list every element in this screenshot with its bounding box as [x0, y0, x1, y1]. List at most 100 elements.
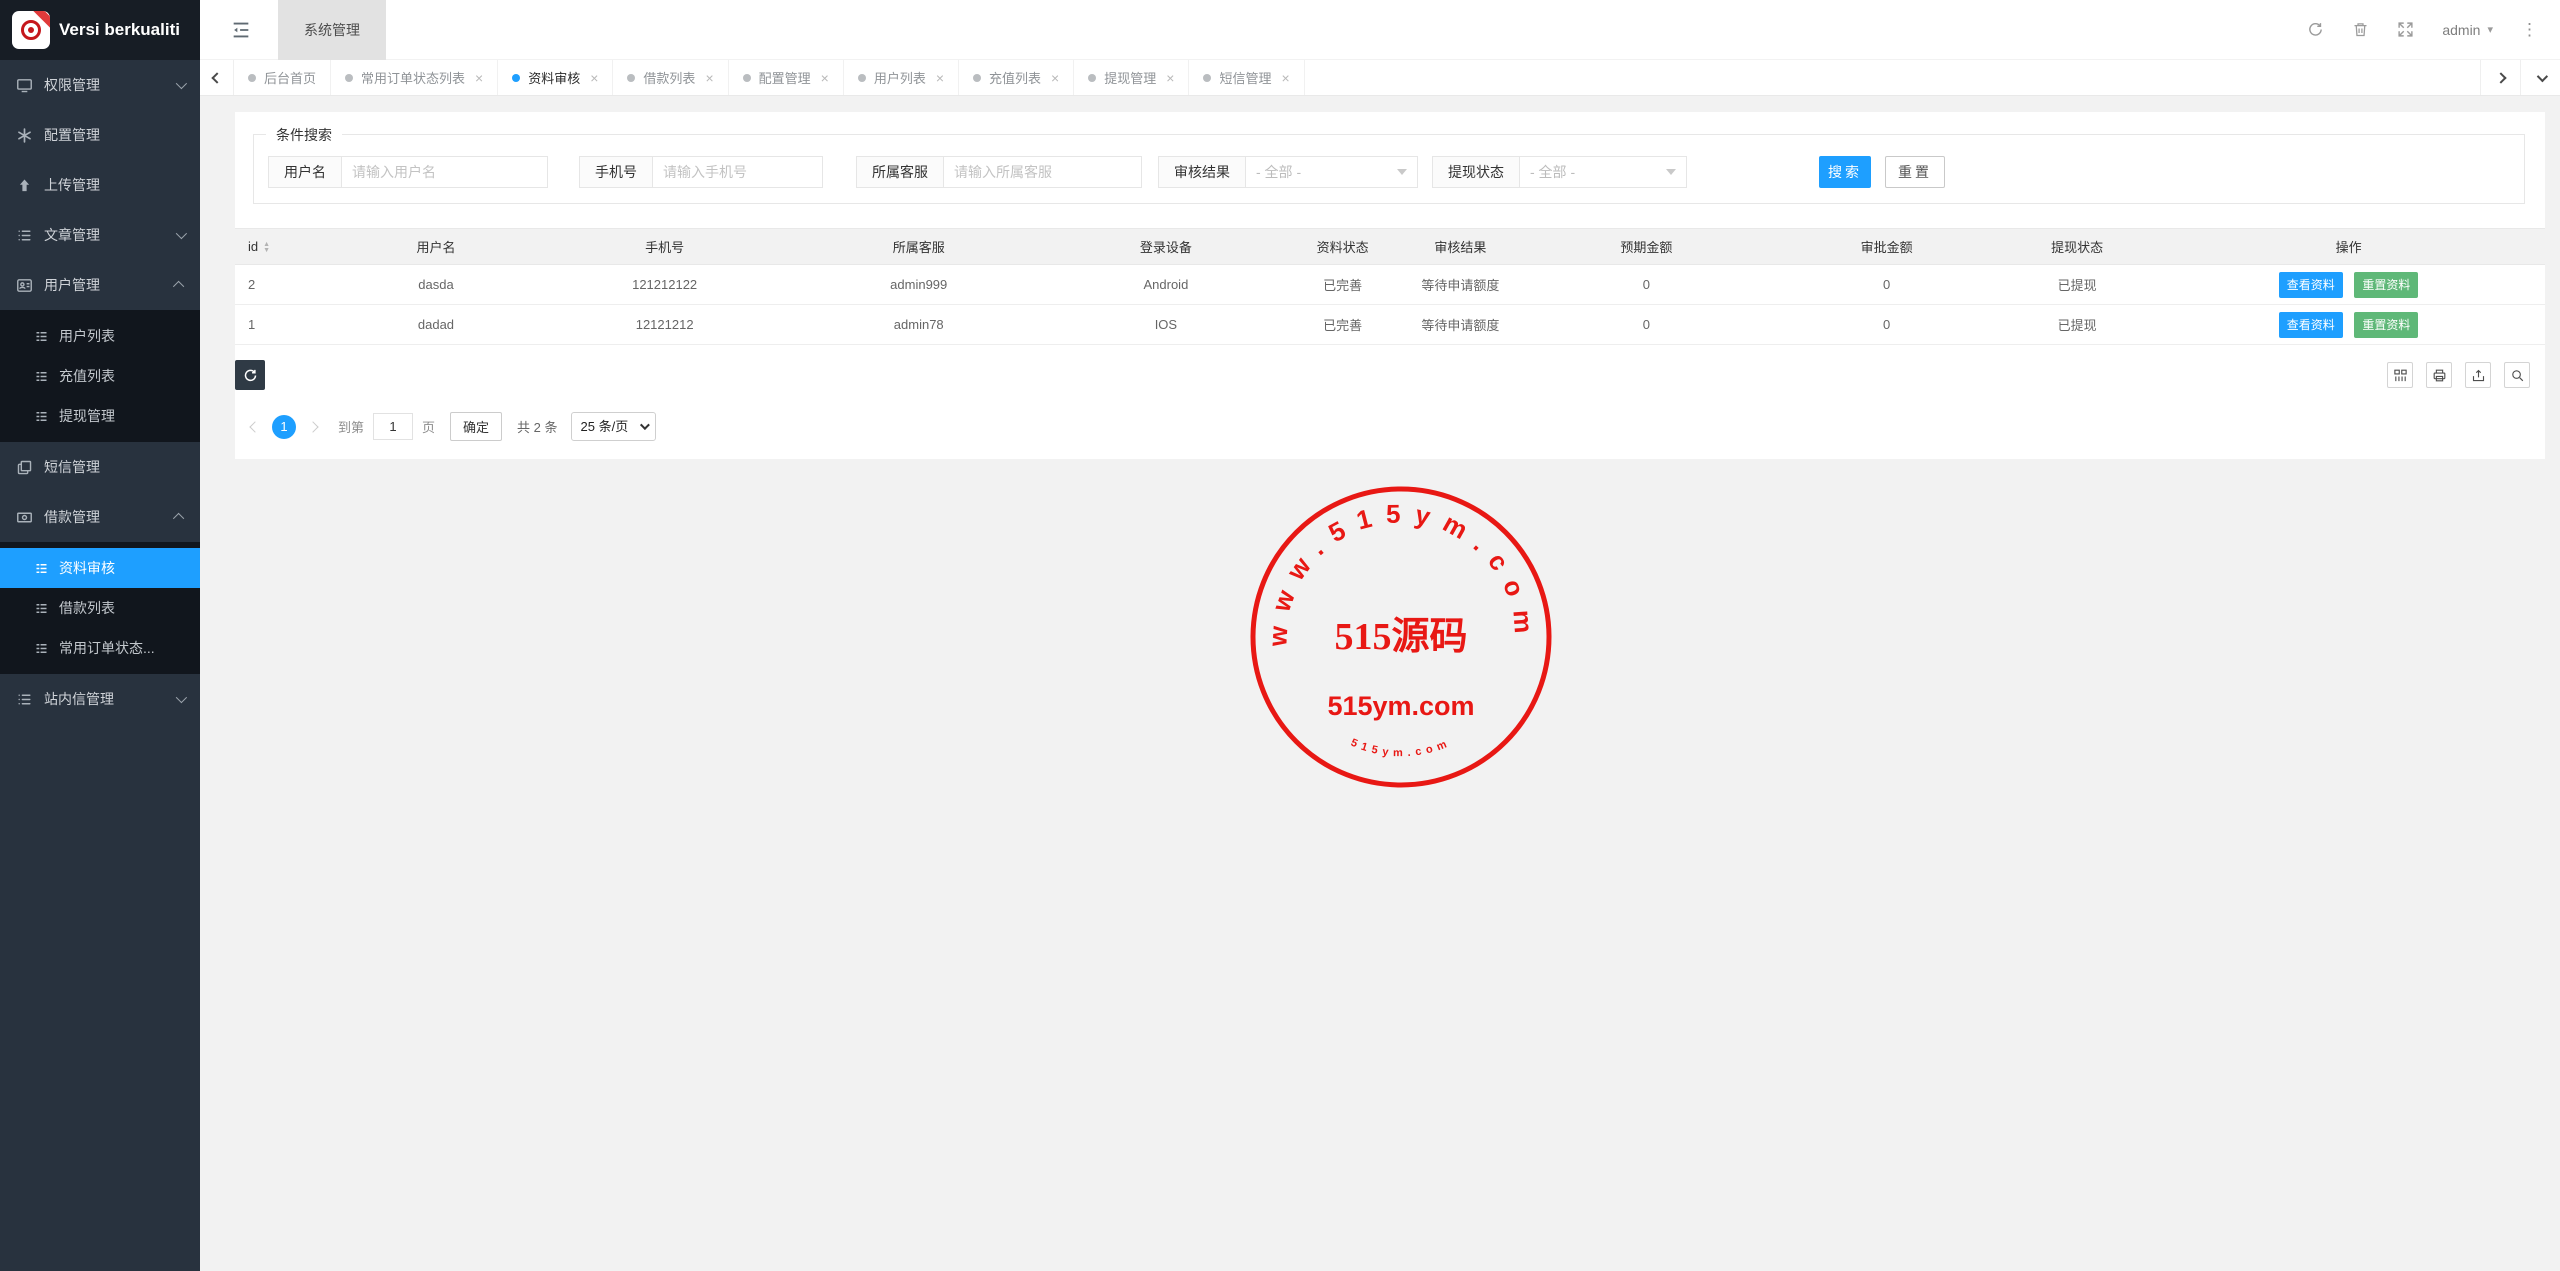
sort-icon[interactable]: ▲ ▼	[263, 241, 270, 254]
data-table: id ▲ ▼ 用户名 手机号 所属客服 登录设备 资料状态 审核结果 预期金额 审批…	[235, 228, 2545, 345]
pagination: 1 到第 页 确定 共 2 条 25 条/页	[247, 412, 2545, 441]
withdraw-status-select[interactable]: - 全部 -	[1520, 156, 1687, 188]
header-username: 用户名	[334, 228, 538, 265]
chevron-up-icon	[172, 512, 185, 525]
tab-recharge-list[interactable]: 充值列表 ×	[959, 60, 1075, 95]
next-page-button[interactable]	[305, 420, 321, 433]
list-bars-icon	[34, 369, 49, 384]
chevron-up-icon	[172, 280, 185, 293]
printer-icon	[2433, 369, 2445, 381]
tab-config[interactable]: 配置管理 ×	[729, 60, 844, 95]
sidebar-item-config[interactable]: 配置管理	[0, 110, 200, 160]
close-icon[interactable]: ×	[821, 70, 829, 86]
sidebar-item-label: 权限管理	[44, 77, 100, 93]
sidebar-item-sms[interactable]: 短信管理	[0, 442, 200, 492]
goto-page-input[interactable]	[373, 413, 414, 440]
cell-device: IOS	[1045, 304, 1287, 345]
goto-confirm-button[interactable]: 确定	[450, 412, 503, 441]
cell-service: admin78	[791, 304, 1046, 345]
tabs-menu-button[interactable]	[2520, 60, 2560, 95]
cell-phone: 121212122	[537, 264, 792, 305]
header-service: 所属客服	[791, 228, 1046, 265]
module-tab-system[interactable]: 系统管理	[278, 0, 386, 60]
columns-filter-button[interactable]	[2387, 362, 2413, 388]
audit-result-field-group: 审核结果 - 全部 -	[1158, 156, 1418, 188]
sidebar-item-site-mail[interactable]: 站内信管理	[0, 674, 200, 724]
table-refresh-button[interactable]	[235, 360, 265, 390]
sidebar-item-articles[interactable]: 文章管理	[0, 210, 200, 260]
tab-label: 后台首页	[264, 71, 317, 86]
sidebar-subitem-recharge-list[interactable]: 充值列表	[0, 356, 200, 396]
tabs-scroll-left-button[interactable]	[200, 60, 234, 95]
header-id[interactable]: id ▲ ▼	[235, 228, 335, 265]
sidebar-subitem-withdraw-mgmt[interactable]: 提现管理	[0, 396, 200, 436]
current-page-button[interactable]: 1	[272, 414, 296, 439]
reset-data-button[interactable]: 重置资料	[2354, 271, 2419, 298]
svg-text:515ym.com: 515ym.com	[1349, 737, 1453, 760]
sidebar-subitem-loan-list[interactable]: 借款列表	[0, 588, 200, 628]
cell-phone: 12121212	[537, 304, 792, 345]
total-count-label: 共 2 条	[517, 420, 558, 435]
upload-icon	[16, 177, 33, 194]
reset-button[interactable]: 重置	[1885, 156, 1945, 188]
sidebar-item-users[interactable]: 用户管理	[0, 260, 200, 310]
tab-label: 配置管理	[758, 71, 811, 86]
columns-icon	[2393, 369, 2407, 381]
close-icon[interactable]: ×	[1281, 70, 1289, 86]
page-size-select[interactable]: 25 条/页	[570, 412, 656, 441]
chevron-down-icon	[175, 227, 188, 240]
sidebar-subitem-user-list[interactable]: 用户列表	[0, 316, 200, 356]
tab-dot-icon	[512, 73, 521, 82]
sidebar-item-permissions[interactable]: 权限管理	[0, 60, 200, 110]
close-icon[interactable]: ×	[1051, 70, 1059, 86]
header-actions: 操作	[2152, 228, 2545, 265]
reset-data-button[interactable]: 重置资料	[2354, 311, 2419, 338]
tabs-scroll-right-button[interactable]	[2480, 60, 2520, 95]
close-icon[interactable]: ×	[705, 70, 713, 86]
export-button[interactable]	[2465, 362, 2491, 388]
banknote-icon	[16, 509, 33, 526]
search-button[interactable]: 搜索	[1819, 156, 1871, 188]
user-menu[interactable]: admin ▾	[2442, 22, 2493, 38]
prev-page-button[interactable]	[247, 420, 263, 433]
tab-sms-mgmt[interactable]: 短信管理 ×	[1189, 60, 1305, 95]
tab-home[interactable]: 后台首页	[234, 60, 332, 95]
list-icon	[16, 691, 33, 708]
tab-data-review[interactable]: 资料审核 ×	[498, 60, 614, 95]
collapse-sidebar-icon[interactable]	[230, 19, 252, 41]
view-data-button[interactable]: 查看资料	[2278, 271, 2343, 298]
print-button[interactable]	[2426, 362, 2452, 388]
cell-withdraw-status: 已提现	[2002, 264, 2153, 305]
app-logo	[12, 11, 50, 49]
fullscreen-icon[interactable]	[2397, 21, 2414, 38]
refresh-icon[interactable]	[2307, 21, 2324, 38]
close-icon[interactable]: ×	[936, 70, 944, 86]
tab-order-status-list[interactable]: 常用订单状态列表 ×	[331, 60, 499, 95]
cell-approved-amount: 0	[1771, 264, 2003, 305]
view-data-button[interactable]: 查看资料	[2278, 311, 2343, 338]
phone-input[interactable]	[653, 156, 823, 188]
audit-result-select[interactable]: - 全部 -	[1246, 156, 1418, 188]
sidebar-item-loans[interactable]: 借款管理	[0, 492, 200, 542]
tab-withdraw-mgmt[interactable]: 提现管理 ×	[1074, 60, 1190, 95]
table-search-button[interactable]	[2504, 362, 2530, 388]
cell-audit-result: 等待申请额度	[1399, 304, 1522, 345]
tab-user-list[interactable]: 用户列表 ×	[844, 60, 960, 95]
close-icon[interactable]: ×	[1166, 70, 1174, 86]
kebab-menu-icon[interactable]: ⋮	[2521, 20, 2538, 40]
service-input[interactable]	[944, 156, 1142, 188]
search-form: 条件搜索 用户名 手机号 所属客服	[253, 125, 2525, 204]
close-icon[interactable]: ×	[590, 70, 598, 86]
trash-icon[interactable]	[2352, 21, 2369, 38]
service-field-label: 所属客服	[856, 156, 944, 188]
username-field-group: 用户名	[268, 156, 548, 188]
tab-loan-list[interactable]: 借款列表 ×	[613, 60, 729, 95]
tab-dot-icon	[1088, 73, 1097, 82]
chevron-down-icon	[2536, 70, 2548, 82]
sidebar-item-upload[interactable]: 上传管理	[0, 160, 200, 210]
username-input[interactable]	[342, 156, 548, 188]
sidebar-subitem-data-review[interactable]: 资料审核	[0, 548, 200, 588]
sidebar-subitem-order-status[interactable]: 常用订单状态...	[0, 628, 200, 668]
sidebar-nav: 权限管理 配置管理 上传管理 文章管理 用户管理 用户列表 充值列表 提现管理 …	[0, 60, 200, 1271]
close-icon[interactable]: ×	[475, 70, 483, 86]
